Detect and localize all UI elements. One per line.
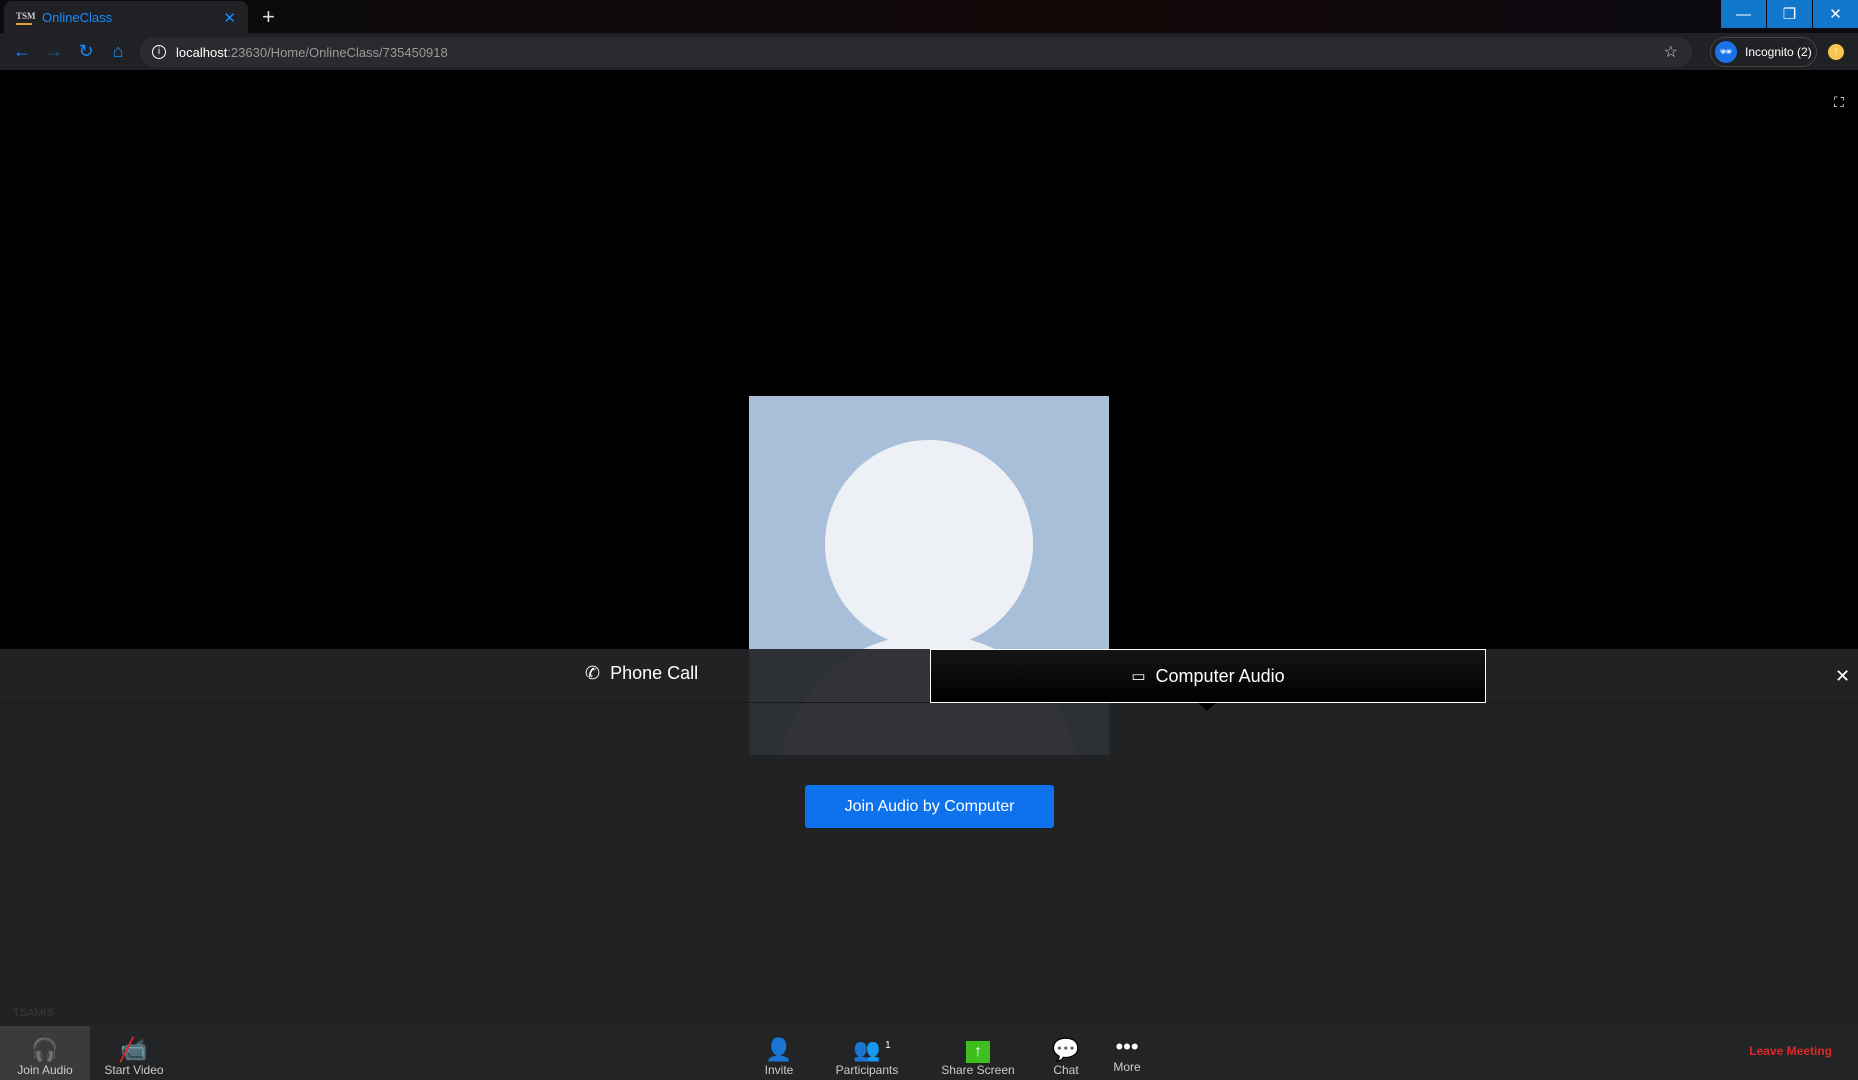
minimize-button[interactable]: — (1721, 0, 1766, 28)
label: Invite (764, 1063, 794, 1077)
join-audio-button[interactable]: 🎧 Join Audio (0, 1026, 90, 1080)
profile-label: Incognito (2) (1745, 45, 1812, 59)
url-path: :23630/Home/OnlineClass/735450918 (227, 44, 448, 60)
label: More (1113, 1060, 1141, 1074)
leave-meeting-button[interactable]: Leave Meeting (1740, 1044, 1832, 1058)
invite-user-icon: 👤 (765, 1037, 793, 1062)
bookmark-star-icon[interactable]: ☆ (1664, 42, 1678, 62)
label: Participants (835, 1063, 899, 1077)
home-icon[interactable]: ⌂ (102, 41, 134, 62)
address-bar[interactable]: i localhost:23630/Home/OnlineClass/73545… (140, 37, 1692, 67)
label: Join Audio (17, 1063, 73, 1077)
tab-title: OnlineClass (42, 10, 113, 25)
label: Chat (1053, 1063, 1079, 1077)
info-icon[interactable]: i (152, 45, 166, 59)
new-tab-button[interactable]: + (262, 4, 275, 30)
back-icon[interactable]: ← (6, 41, 38, 62)
video-off-icon: 📹 ╱ (120, 1037, 148, 1062)
label: Start Video (104, 1063, 164, 1077)
label: Share Screen (941, 1063, 1015, 1077)
laptop-icon: ▭ (1131, 668, 1146, 685)
tab-computer-audio[interactable]: ▭ Computer Audio (930, 649, 1486, 703)
share-screen-icon: ↑ (966, 1036, 990, 1063)
watermark-text: TSAMIS (13, 1007, 54, 1019)
headphones-icon: 🎧 (31, 1037, 59, 1062)
forward-icon[interactable]: → (38, 41, 70, 62)
browser-tab-strip (0, 0, 1858, 33)
invite-button[interactable]: 👤 Invite (744, 1026, 814, 1080)
more-icon: ••• (1115, 1034, 1139, 1059)
fullscreen-icon[interactable]: ⛶ (1834, 94, 1844, 111)
phone-icon: ✆ (585, 663, 601, 683)
share-screen-button[interactable]: ↑ Share Screen (930, 1026, 1026, 1080)
tab-close-icon[interactable]: ✕ (223, 9, 236, 27)
tab-label: Phone Call (610, 663, 699, 683)
start-video-button[interactable]: 📹 ╱ Start Video (94, 1026, 174, 1080)
participants-button[interactable]: 👥 1 Participants (827, 1026, 907, 1080)
chat-button[interactable]: 💬 Chat (1040, 1026, 1092, 1080)
browser-tab[interactable]: TSM OnlineClass ✕ (4, 1, 248, 34)
close-window-button[interactable]: ✕ (1813, 0, 1858, 28)
restore-button[interactable]: ❐ (1767, 0, 1812, 28)
avatar-head (825, 440, 1033, 648)
join-audio-by-computer-button[interactable]: Join Audio by Computer (805, 785, 1054, 828)
incognito-icon: 🕶 (1715, 41, 1737, 63)
profile-button[interactable]: 🕶 Incognito (2) (1710, 37, 1817, 67)
participants-count: 1 (885, 1040, 891, 1051)
active-tab-caret (1198, 703, 1216, 711)
close-panel-icon[interactable]: ✕ (1835, 666, 1850, 687)
audio-tabs (0, 649, 1858, 703)
join-audio-panel (0, 649, 1858, 1026)
update-icon[interactable]: ↑ (1828, 44, 1844, 60)
tab-phone-call[interactable]: ✆ Phone Call (585, 663, 698, 684)
url-host: localhost (176, 44, 228, 60)
chat-icon: 💬 (1052, 1037, 1080, 1062)
meeting-toolbar (0, 1026, 1858, 1080)
more-button[interactable]: ••• More (1102, 1026, 1152, 1080)
site-favicon-icon: TSM (16, 11, 36, 25)
tab-label: Computer Audio (1155, 665, 1285, 686)
reload-icon[interactable]: ↻ (70, 41, 102, 62)
participants-icon: 👥 1 (853, 1037, 890, 1063)
